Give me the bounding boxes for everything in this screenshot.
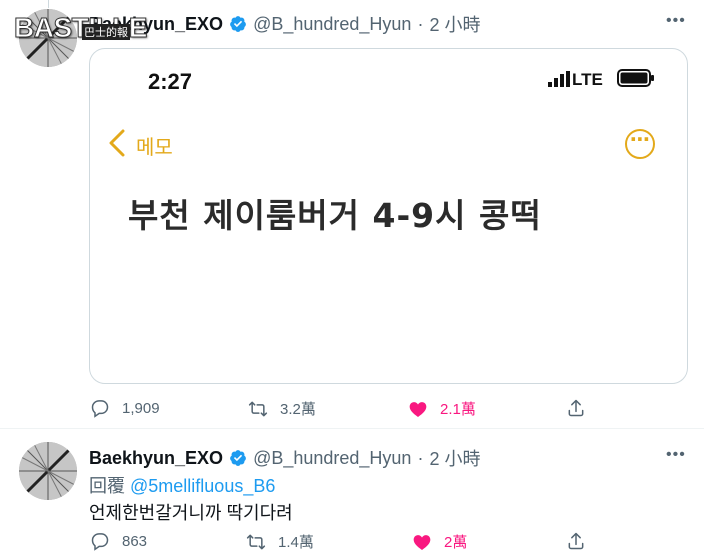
verified-badge-icon <box>230 16 246 32</box>
handle[interactable]: @B_hundred_Hyun <box>253 14 411 35</box>
watermark-sub: 巴士的報 <box>82 24 130 40</box>
display-name[interactable]: Baekhyun_EXO <box>89 448 223 469</box>
timestamp[interactable]: 2 小時 <box>429 445 480 471</box>
more-options-icon[interactable]: ••• <box>666 12 686 30</box>
reply-prefix: 回覆 <box>89 476 131 496</box>
retweet-count: 1.4萬 <box>278 534 314 551</box>
reply-icon <box>91 533 109 551</box>
share-button[interactable] <box>566 398 598 418</box>
reply-icon <box>91 400 109 418</box>
heart-filled-icon <box>413 534 431 550</box>
memo-back-label: 메모 <box>136 137 173 159</box>
signal-icon <box>548 71 570 87</box>
verified-badge-icon <box>230 450 246 466</box>
retweet-icon <box>246 534 266 549</box>
memo-more-icon: ⋯ <box>625 129 655 159</box>
like-button[interactable]: 2.1萬 <box>408 398 476 419</box>
tweet-header: Baekhyun_EXO @B_hundred_Hyun · 2 小時 <box>89 11 480 37</box>
retweet-button[interactable]: 1.4萬 <box>246 531 314 552</box>
heart-filled-icon <box>409 401 427 417</box>
reply-count: 1,909 <box>122 399 160 417</box>
status-bar-time: 2:27 <box>148 69 193 94</box>
retweet-icon <box>248 401 268 416</box>
avatar-image <box>19 442 77 500</box>
network-label: LTE <box>572 70 603 89</box>
share-icon <box>568 399 584 417</box>
avatar[interactable] <box>19 442 77 500</box>
retweet-count: 3.2萬 <box>280 401 316 418</box>
separator-dot: · <box>417 447 424 468</box>
separator-dot: · <box>417 13 424 34</box>
like-button[interactable]: 2萬 <box>412 531 467 552</box>
reply-count: 863 <box>122 532 148 550</box>
tweet-text: 언제한번갈거니까 딱기다려 <box>89 503 293 523</box>
reply-button[interactable]: 1,909 <box>90 398 160 418</box>
back-chevron-icon <box>109 129 125 157</box>
share-button[interactable] <box>566 531 598 551</box>
reply-mention-link[interactable]: @5mellifluous_B6 <box>130 476 275 496</box>
handle[interactable]: @B_hundred_Hyun <box>253 448 411 469</box>
replying-to: 回覆 @5mellifluous_B6 <box>89 472 275 498</box>
share-icon <box>568 532 584 550</box>
reply-button[interactable]: 863 <box>90 531 147 551</box>
tweet-image[interactable]: 2:27 LTE 메모 ⋯ 부천 제이룸버거 4-9시 콩떡 <box>89 48 688 384</box>
battery-icon <box>617 69 654 87</box>
timestamp[interactable]: 2 小時 <box>429 11 480 37</box>
retweet-button[interactable]: 3.2萬 <box>248 398 316 419</box>
more-options-icon[interactable]: ••• <box>666 446 686 464</box>
tweet-header: Baekhyun_EXO @B_hundred_Hyun · 2 小時 <box>89 445 480 471</box>
like-count: 2萬 <box>444 534 468 551</box>
like-count: 2.1萬 <box>440 401 476 418</box>
memo-note-text: 부천 제이룸버거 4-9시 콩떡 <box>128 196 542 235</box>
tweet-divider <box>0 428 704 429</box>
thread-line <box>48 0 49 8</box>
